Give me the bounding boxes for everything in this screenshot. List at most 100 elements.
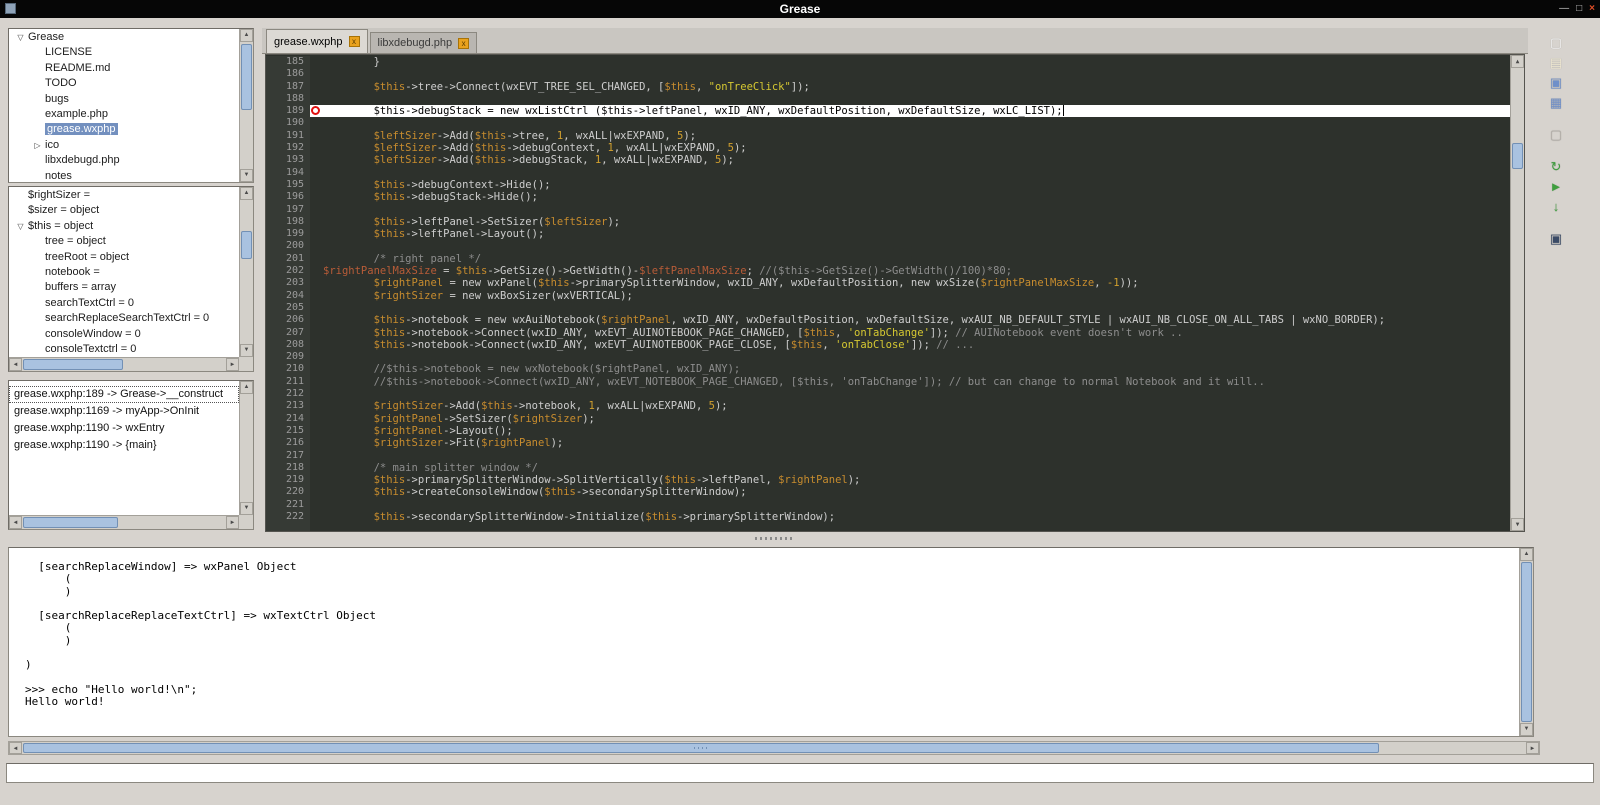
editor-vscrollbar[interactable]: ▲ ▼ bbox=[1510, 55, 1524, 531]
gutter-margin[interactable] bbox=[310, 216, 323, 228]
scrollbar-thumb[interactable] bbox=[23, 359, 123, 370]
scroll-right-button[interactable]: ► bbox=[226, 516, 239, 529]
gutter-margin[interactable] bbox=[310, 68, 323, 80]
code-line[interactable]: 195 $this->debugContext->Hide(); bbox=[266, 179, 1510, 191]
gutter-margin[interactable] bbox=[310, 486, 323, 498]
tree-item[interactable]: ▽Grease bbox=[9, 30, 239, 45]
scroll-down-button[interactable]: ▼ bbox=[1511, 518, 1524, 531]
file-tree-vscrollbar[interactable]: ▲ ▼ bbox=[239, 29, 253, 182]
variable-item[interactable]: consoleTextctrl = 0 bbox=[9, 342, 239, 357]
scrollbar-thumb[interactable] bbox=[241, 231, 252, 259]
continue-icon[interactable]: ► bbox=[1548, 178, 1565, 195]
variable-item[interactable]: tree = object bbox=[9, 234, 239, 249]
code-line[interactable]: 194 bbox=[266, 167, 1510, 179]
tree-item[interactable]: notes bbox=[9, 169, 239, 182]
code-line[interactable]: 199 $this->leftPanel->Layout(); bbox=[266, 228, 1510, 240]
code-line[interactable]: 201 /* right panel */ bbox=[266, 253, 1510, 265]
minimize-button[interactable]: — bbox=[1559, 4, 1569, 14]
code-line[interactable]: 220 $this->createConsoleWindow($this->se… bbox=[266, 486, 1510, 498]
save-icon[interactable]: ▣ bbox=[1548, 74, 1565, 91]
run-icon[interactable]: ↻ bbox=[1548, 158, 1565, 175]
code-line[interactable]: 211 //$this->notebook->Connect(wxID_ANY,… bbox=[266, 376, 1510, 388]
gutter-margin[interactable] bbox=[310, 499, 323, 511]
scroll-up-button[interactable]: ▲ bbox=[240, 29, 253, 42]
tree-item[interactable]: README.md bbox=[9, 61, 239, 76]
code-line[interactable]: 218 /* main splitter window */ bbox=[266, 462, 1510, 474]
scroll-up-button[interactable]: ▲ bbox=[240, 381, 253, 394]
gutter-margin[interactable] bbox=[310, 253, 323, 265]
variables-hscrollbar[interactable]: ◄ ► bbox=[9, 357, 239, 371]
code-line[interactable]: 217 bbox=[266, 450, 1510, 462]
breakpoint-margin[interactable] bbox=[310, 105, 323, 117]
scroll-down-button[interactable]: ▼ bbox=[240, 502, 253, 515]
gutter-margin[interactable] bbox=[310, 351, 323, 363]
gutter-margin[interactable] bbox=[310, 511, 323, 523]
call-stack-hscrollbar[interactable]: ◄ ► bbox=[9, 515, 239, 529]
scrollbar-thumb[interactable] bbox=[1512, 143, 1523, 169]
gutter-margin[interactable] bbox=[310, 265, 323, 277]
code-line[interactable]: 185 } bbox=[266, 56, 1510, 68]
gutter-margin[interactable] bbox=[310, 302, 323, 314]
expander-open-icon[interactable]: ▽ bbox=[13, 219, 28, 234]
console-view-icon[interactable]: ▣ bbox=[1548, 230, 1565, 247]
code-line[interactable]: 198 $this->leftPanel->SetSizer($leftSize… bbox=[266, 216, 1510, 228]
stack-frame[interactable]: grease.wxphp:1169 -> myApp->OnInit bbox=[9, 403, 239, 420]
stack-frame[interactable]: grease.wxphp:1190 -> wxEntry bbox=[9, 420, 239, 437]
code-line[interactable]: 197 bbox=[266, 204, 1510, 216]
code-line[interactable]: 221 bbox=[266, 499, 1510, 511]
gutter-margin[interactable] bbox=[310, 154, 323, 166]
gutter-margin[interactable] bbox=[310, 327, 323, 339]
variable-item[interactable]: $rightSizer = bbox=[9, 188, 239, 203]
code-line[interactable]: 189 $this->debugStack = new wxListCtrl (… bbox=[266, 105, 1510, 117]
horizontal-splitter-sash[interactable] bbox=[8, 533, 1540, 544]
code-line[interactable]: 204 $rightSizer = new wxBoxSizer(wxVERTI… bbox=[266, 290, 1510, 302]
variable-item[interactable]: ▽$this = object bbox=[9, 219, 239, 234]
gutter-margin[interactable] bbox=[310, 290, 323, 302]
code-line[interactable]: 205 bbox=[266, 302, 1510, 314]
gutter-margin[interactable] bbox=[310, 339, 323, 351]
gutter-margin[interactable] bbox=[310, 179, 323, 191]
gutter-margin[interactable] bbox=[310, 462, 323, 474]
call-stack-vscrollbar[interactable]: ▲ ▼ bbox=[239, 381, 253, 515]
code-line[interactable]: 216 $rightSizer->Fit($rightPanel); bbox=[266, 437, 1510, 449]
gutter-margin[interactable] bbox=[310, 314, 323, 326]
gutter-margin[interactable] bbox=[310, 363, 323, 375]
step-icon[interactable]: ↓ bbox=[1548, 198, 1565, 215]
code-line[interactable]: 202$rightPanelMaxSize = $this->GetSize()… bbox=[266, 265, 1510, 277]
scroll-up-button[interactable]: ▲ bbox=[1520, 548, 1533, 561]
variable-item[interactable]: treeRoot = object bbox=[9, 250, 239, 265]
gutter-margin[interactable] bbox=[310, 130, 323, 142]
code-line[interactable]: 196 $this->debugStack->Hide(); bbox=[266, 191, 1510, 203]
tree-item[interactable]: grease.wxphp bbox=[9, 122, 239, 137]
code-line[interactable]: 208 $this->notebook->Connect(wxID_ANY, w… bbox=[266, 339, 1510, 351]
expander-open-icon[interactable]: ▽ bbox=[13, 30, 28, 45]
maximize-button[interactable]: □ bbox=[1576, 4, 1582, 14]
code-line[interactable]: 192 $leftSizer->Add($this->debugContext,… bbox=[266, 142, 1510, 154]
new-file-icon[interactable]: ▢ bbox=[1548, 34, 1565, 51]
code-line[interactable]: 188 bbox=[266, 93, 1510, 105]
code-line[interactable]: 187 $this->tree->Connect(wxEVT_TREE_SEL_… bbox=[266, 81, 1510, 93]
code-line[interactable]: 222 $this->secondarySplitterWindow->Init… bbox=[266, 511, 1510, 523]
tab-close-button[interactable]: x bbox=[349, 36, 360, 47]
scroll-up-button[interactable]: ▲ bbox=[1511, 55, 1524, 68]
code-editor[interactable]: 185 }186187 $this->tree->Connect(wxEVT_T… bbox=[265, 54, 1525, 532]
stack-frame[interactable]: grease.wxphp:1190 -> {main} bbox=[9, 437, 239, 454]
code-line[interactable]: 215 $rightPanel->Layout(); bbox=[266, 425, 1510, 437]
gutter-margin[interactable] bbox=[310, 240, 323, 252]
gutter-margin[interactable] bbox=[310, 450, 323, 462]
tree-item[interactable]: example.php bbox=[9, 107, 239, 122]
scroll-down-button[interactable]: ▼ bbox=[1520, 723, 1533, 736]
scroll-right-button[interactable]: ► bbox=[226, 358, 239, 371]
code-line[interactable]: 214 $rightPanel->SetSizer($rightSizer); bbox=[266, 413, 1510, 425]
gutter-margin[interactable] bbox=[310, 81, 323, 93]
scroll-left-button[interactable]: ◄ bbox=[9, 742, 22, 754]
console-hscrollbar[interactable]: ◄ ► bbox=[8, 741, 1540, 755]
gutter-margin[interactable] bbox=[310, 425, 323, 437]
gutter-margin[interactable] bbox=[310, 191, 323, 203]
save-all-icon[interactable]: ▦ bbox=[1548, 94, 1565, 111]
scrollbar-thumb[interactable] bbox=[23, 743, 1379, 753]
tree-item[interactable]: TODO bbox=[9, 76, 239, 91]
code-line[interactable]: 210 //$this->notebook = new wxNotebook($… bbox=[266, 363, 1510, 375]
scroll-left-button[interactable]: ◄ bbox=[9, 516, 22, 529]
console-vscrollbar[interactable]: ▲ ▼ bbox=[1519, 548, 1533, 736]
